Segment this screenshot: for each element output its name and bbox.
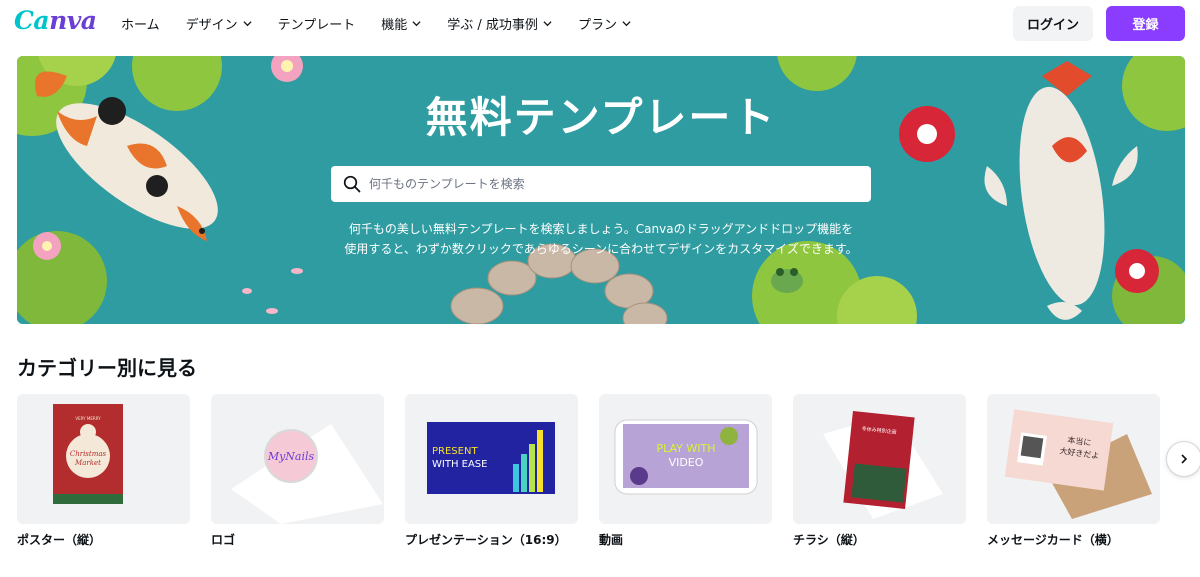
canva-logo[interactable]: Canva xyxy=(14,6,97,35)
category-card-presentation[interactable]: PRESENT WITH EASE プレゼンテーション（16:9） xyxy=(405,394,578,548)
category-thumbnail: 冬休み特別企画 xyxy=(793,394,966,524)
search-icon xyxy=(343,175,361,193)
hero-description-line-2: 使用すると、わずか数クリックであらゆるシーンに合わせてデザインをカスタマイズでき… xyxy=(344,242,858,256)
nav-home-label: ホーム xyxy=(121,17,160,33)
category-section-title: カテゴリー別に見る xyxy=(17,356,197,380)
poster-text-1: VERY MERRY xyxy=(75,416,101,421)
hero-banner: 無料テンプレート 何千もの美しい無料テンプレートを検索しましょう。Canvaのド… xyxy=(17,56,1185,324)
nav-learn-label: 学ぶ / 成功事例 xyxy=(447,17,538,33)
carousel-next-button[interactable] xyxy=(1166,441,1200,477)
hero-title: 無料テンプレート xyxy=(425,93,777,142)
chevron-down-icon xyxy=(543,20,552,26)
category-thumbnail: MyNails xyxy=(211,394,384,524)
logo-preview: MyNails xyxy=(231,424,383,524)
hero-description: 何千もの美しい無料テンプレートを検索しましょう。Canvaのドラッグアンドドロッ… xyxy=(17,219,1185,259)
search-input[interactable] xyxy=(369,177,849,191)
signup-button[interactable]: 登録 xyxy=(1106,6,1185,41)
chevron-down-icon xyxy=(622,20,631,26)
category-card-flyer[interactable]: 冬休み特別企画 チラシ（縦） xyxy=(793,394,966,548)
login-button[interactable]: ログイン xyxy=(1013,6,1093,41)
category-card-greeting-card[interactable]: 本当に 大好きだよ メッセージカード（横） xyxy=(987,394,1160,548)
nav-home[interactable]: ホーム xyxy=(121,14,160,33)
category-thumbnail: PRESENT WITH EASE xyxy=(405,394,578,524)
category-card-label: ロゴ xyxy=(211,533,236,547)
poster-preview: VERY MERRY Christmas Market xyxy=(53,404,123,504)
category-card-video[interactable]: PLAY WITH VIDEO 動画 xyxy=(599,394,772,548)
logo-text: MyNails xyxy=(267,450,315,463)
template-search-box[interactable] xyxy=(331,166,871,202)
category-card-label: プレゼンテーション（16:9） xyxy=(405,533,567,547)
poster-text-2: Christmas xyxy=(70,450,107,458)
category-carousel: VERY MERRY Christmas Market ポスター（縦） MyNa… xyxy=(17,394,1200,554)
category-card-poster[interactable]: VERY MERRY Christmas Market ポスター（縦） xyxy=(17,394,190,548)
category-thumbnail: PLAY WITH VIDEO xyxy=(599,394,772,524)
category-card-label: メッセージカード（横） xyxy=(987,533,1119,547)
video-preview: PLAY WITH VIDEO xyxy=(614,419,758,495)
chevron-right-icon xyxy=(1181,454,1188,464)
nav-templates[interactable]: テンプレート xyxy=(278,14,356,33)
category-thumbnail: VERY MERRY Christmas Market xyxy=(17,394,190,524)
video-text-2: VIDEO xyxy=(669,456,704,469)
chevron-down-icon xyxy=(243,20,252,26)
nav-features[interactable]: 機能 xyxy=(381,14,421,33)
nav-plans[interactable]: プラン xyxy=(578,14,631,33)
presentation-text-1: PRESENT xyxy=(432,446,478,457)
main-nav: ホーム デザイン テンプレート 機能 学ぶ / 成功事例 プラン xyxy=(108,0,644,46)
nav-plans-label: プラン xyxy=(577,17,617,33)
nav-design[interactable]: デザイン xyxy=(186,14,252,33)
video-text-1: PLAY WITH xyxy=(656,442,715,455)
greeting-card-preview: 本当に 大好きだよ xyxy=(1004,409,1152,519)
flyer-preview: 冬休み特別企画 xyxy=(823,411,943,519)
poster-text-3: Market xyxy=(74,459,101,467)
category-card-label: ポスター（縦） xyxy=(17,533,102,547)
nav-features-label: 機能 xyxy=(381,17,408,33)
presentation-preview: PRESENT WITH EASE xyxy=(427,422,555,494)
top-navigation-bar: Canva ホーム デザイン テンプレート 機能 学ぶ / 成功事例 プラン ロ… xyxy=(0,0,1200,50)
category-thumbnail: 本当に 大好きだよ xyxy=(987,394,1160,524)
category-card-logo[interactable]: MyNails ロゴ xyxy=(211,394,384,548)
nav-design-label: デザイン xyxy=(185,17,238,33)
category-card-label: 動画 xyxy=(599,533,624,547)
category-card-label: チラシ（縦） xyxy=(793,533,865,547)
hero-description-line-1: 何千もの美しい無料テンプレートを検索しましょう。Canvaのドラッグアンドドロッ… xyxy=(348,222,854,236)
nav-learn[interactable]: 学ぶ / 成功事例 xyxy=(447,14,552,33)
chevron-down-icon xyxy=(412,20,421,26)
presentation-text-2: WITH EASE xyxy=(432,459,487,470)
nav-templates-label: テンプレート xyxy=(277,17,356,33)
